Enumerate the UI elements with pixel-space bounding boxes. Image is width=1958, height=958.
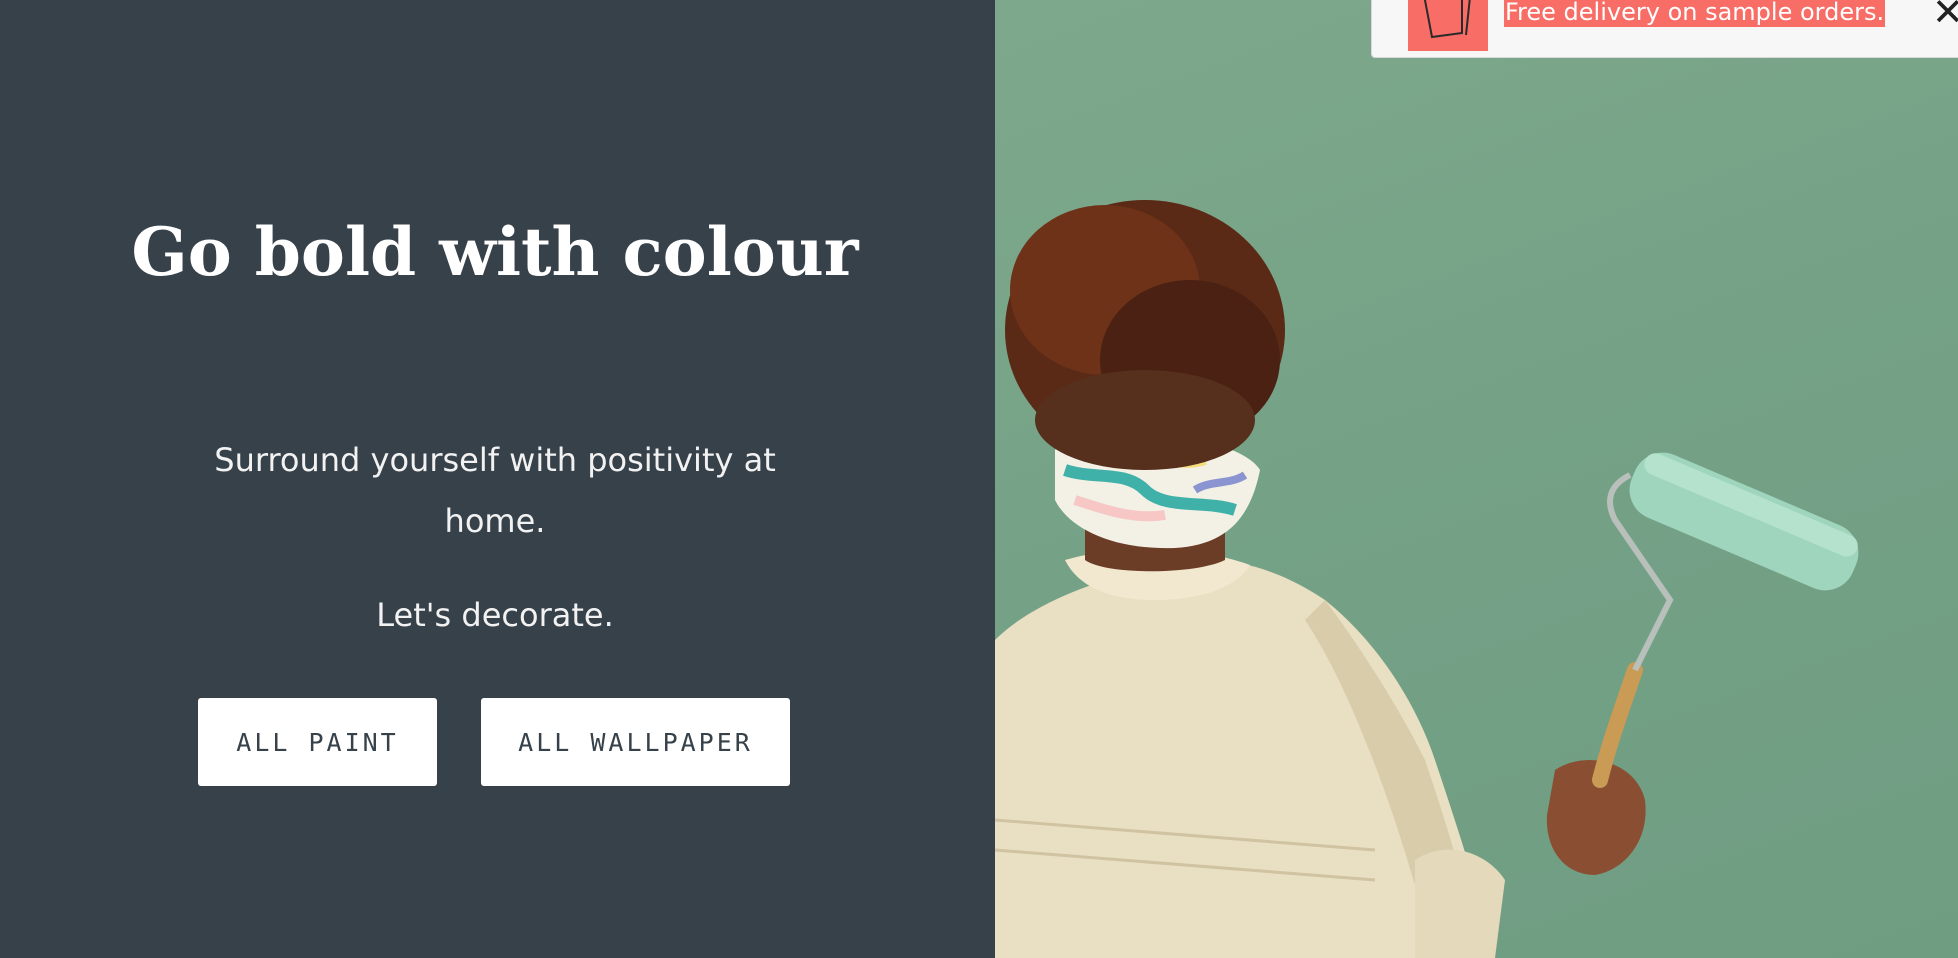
painter-with-roller-photo (995, 200, 1859, 958)
swatch-icon (1408, 0, 1488, 51)
promo-text[interactable]: Free delivery on sample orders. (1504, 0, 1886, 27)
close-icon[interactable]: ✕ (1932, 0, 1958, 31)
page: Go bold with colour Surround yourself wi… (0, 0, 1958, 958)
hero-subtext: Surround yourself with positivity at hom… (214, 441, 776, 540)
hero-panel: Go bold with colour Surround yourself wi… (0, 0, 995, 958)
all-paint-button[interactable]: ALL PAINT (198, 698, 437, 786)
hero-cta-text: Let's decorate. (376, 596, 614, 634)
all-wallpaper-button[interactable]: ALL WALLPAPER (481, 698, 790, 786)
promo-banner: Free delivery on sample orders. (1371, 0, 1958, 58)
hero-headline: Go bold with colour (131, 213, 859, 291)
hero-image (995, 0, 1958, 958)
